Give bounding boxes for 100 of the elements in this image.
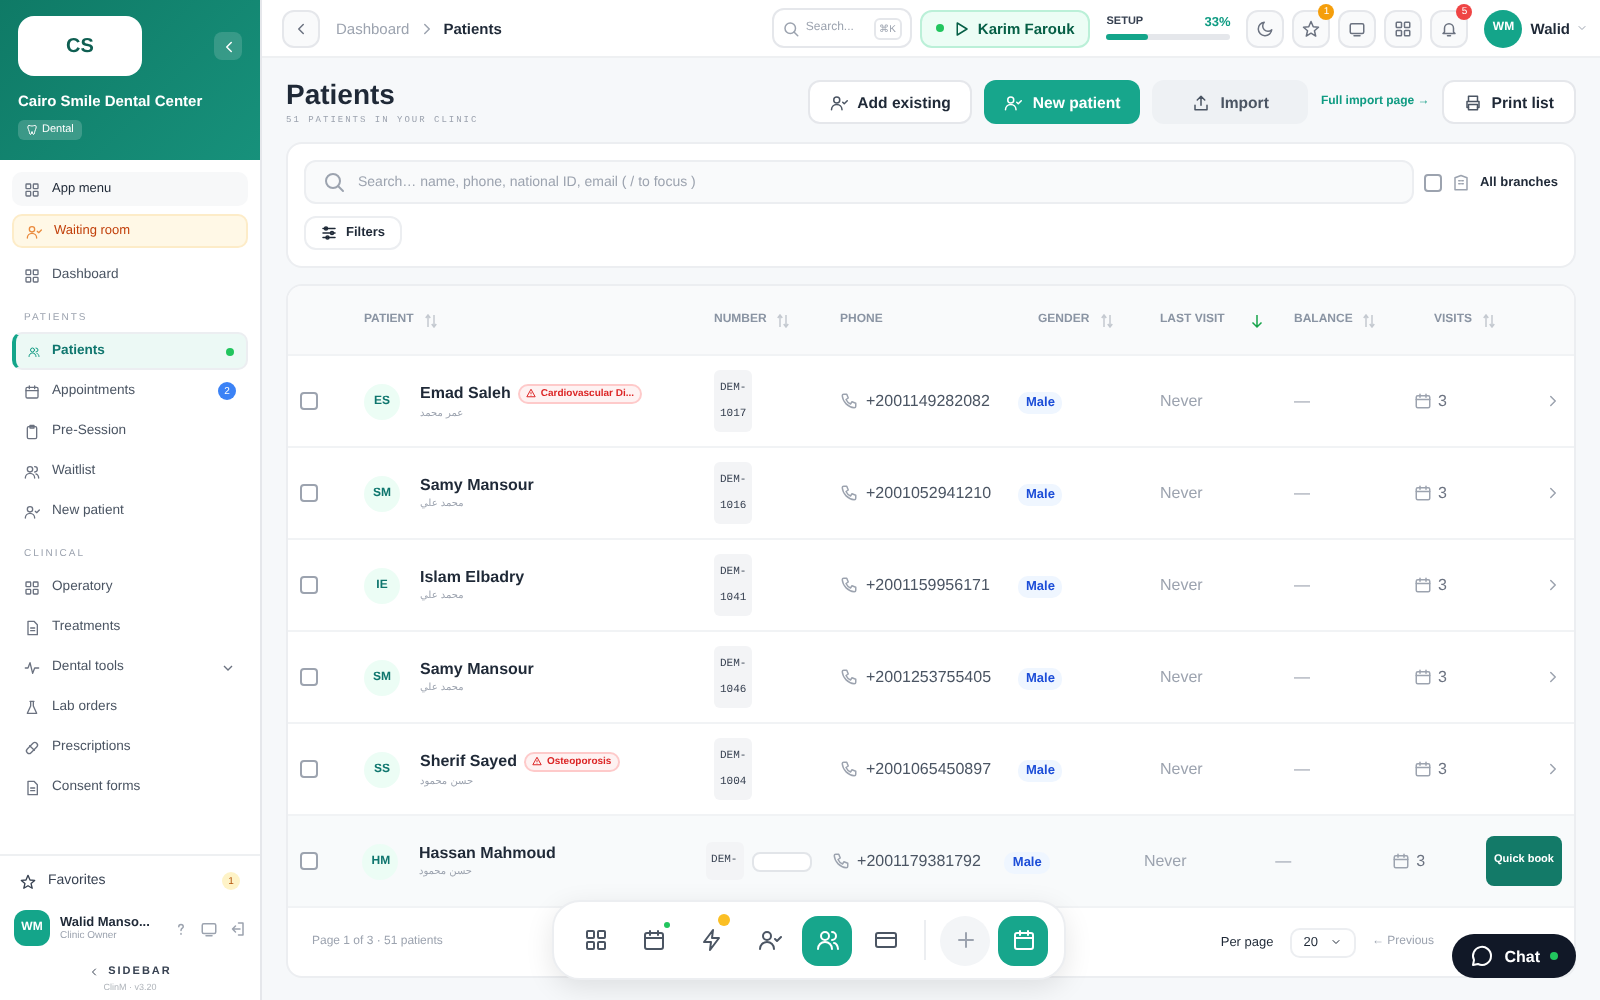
calendar-icon: [1011, 928, 1035, 952]
row-checkbox[interactable]: [300, 668, 318, 686]
visit-count: 3: [1438, 760, 1447, 778]
last-visit: Never: [1158, 484, 1205, 502]
help-icon[interactable]: [172, 919, 190, 937]
patient-name: Emad Saleh: [420, 384, 511, 402]
logout-icon[interactable]: [228, 919, 246, 937]
phone-icon: [840, 668, 858, 686]
plus-icon: [953, 928, 977, 952]
bolt-icon: [699, 928, 723, 952]
calendar-icon: [641, 928, 665, 952]
calendar-icon: [1414, 668, 1432, 686]
star-icon: [1302, 19, 1321, 37]
monitor-icon: [1348, 19, 1367, 37]
row-checkbox[interactable]: [300, 392, 318, 410]
grid-icon: [24, 181, 40, 197]
phone-number: +2001149282082: [866, 392, 990, 410]
balance: —: [1292, 760, 1312, 778]
person-check-icon: [829, 93, 848, 111]
calendar-icon: [1414, 392, 1432, 410]
theme-button[interactable]: [1246, 9, 1285, 47]
phone-icon: [840, 576, 858, 594]
checkbox[interactable]: [1423, 173, 1442, 191]
phone-number: +2001159956171: [866, 576, 990, 594]
warning-icon: [532, 756, 543, 766]
chevron-right-icon[interactable]: [1544, 576, 1562, 594]
grid-icon: [1394, 19, 1413, 37]
bell-icon: [1440, 19, 1459, 37]
last-visit: Never: [1158, 392, 1205, 410]
balance: —: [1292, 668, 1312, 686]
phone-number: +2001179381792: [857, 852, 981, 870]
pulse-icon: [24, 659, 40, 675]
chat-icon: [1470, 944, 1495, 968]
patient-name: Islam Elbadry: [420, 568, 525, 586]
chevron-left-icon: [292, 19, 310, 37]
chat-button[interactable]: Chat: [1452, 934, 1576, 978]
calendar-icon: [24, 383, 40, 399]
chevron-right-icon[interactable]: [1544, 392, 1562, 410]
row-checkbox[interactable]: [300, 484, 318, 502]
collapse-button[interactable]: [214, 32, 242, 60]
visit-count: 3: [1438, 668, 1447, 686]
flask-icon: [24, 699, 40, 715]
phone-icon: [840, 392, 858, 410]
grid-icon: [24, 579, 40, 595]
people-icon: [28, 345, 40, 357]
phone-icon: [840, 484, 858, 502]
search-icon: [781, 19, 800, 37]
moon-icon: [1256, 19, 1275, 37]
last-visit: Never: [1141, 852, 1189, 870]
visit-count: 3: [1438, 576, 1447, 594]
calendar-icon: [1414, 576, 1432, 594]
chevron-left-icon: [88, 966, 101, 978]
row-checkbox[interactable]: [300, 576, 318, 594]
card-icon: [873, 928, 897, 952]
balance: —: [1292, 392, 1312, 410]
search-icon: [322, 170, 346, 194]
warning-icon: [526, 388, 537, 398]
apps-button[interactable]: [1384, 9, 1423, 47]
document-icon: [24, 779, 40, 795]
phone-number: +2001065450897: [866, 760, 992, 778]
balance: —: [1292, 576, 1312, 594]
patient-name: Samy Mansour: [420, 660, 534, 678]
visit-count: 3: [1438, 392, 1447, 410]
last-visit: Never: [1158, 576, 1205, 594]
clipboard-icon: [24, 423, 40, 439]
grid-icon: [583, 928, 607, 952]
chevron-right-icon[interactable]: [1544, 760, 1562, 778]
row-checkbox[interactable]: [300, 760, 318, 778]
monitor-icon[interactable]: [200, 919, 218, 937]
visit-count: 3: [1416, 852, 1426, 870]
play-icon: [951, 19, 970, 37]
phone-icon: [831, 852, 850, 870]
add-button[interactable]: [940, 915, 990, 965]
calendar-icon: [1392, 852, 1411, 870]
person-check-icon: [757, 928, 781, 952]
grid-icon: [24, 267, 40, 283]
chevron-right-icon[interactable]: [1544, 484, 1562, 502]
row-checkbox[interactable]: [300, 852, 318, 870]
display-button[interactable]: [1338, 9, 1377, 47]
chevron-down-icon: [1329, 936, 1342, 948]
building-icon: [1451, 173, 1470, 191]
visit-count: 3: [1438, 484, 1447, 502]
document-icon: [24, 619, 40, 635]
page-title: Patients: [286, 78, 397, 110]
person-check-icon: [26, 223, 42, 239]
people-icon: [24, 463, 40, 479]
person-check-icon: [1004, 93, 1023, 111]
phone-icon: [840, 760, 858, 778]
clinic-logo: CS: [18, 16, 142, 76]
printer-icon: [1463, 93, 1482, 111]
drag-handle-icon[interactable]: [751, 851, 812, 871]
chevron-right-icon[interactable]: [1544, 668, 1562, 686]
patient-name: Hassan Mahmoud: [418, 844, 556, 862]
patient-name: Samy Mansour: [420, 476, 534, 494]
upload-icon: [1192, 93, 1211, 111]
chevron-down-icon: [1576, 22, 1588, 34]
calendar-button[interactable]: [998, 915, 1048, 965]
people-icon: [815, 928, 839, 952]
calendar-icon: [1414, 484, 1432, 502]
person-check-icon: [24, 503, 40, 519]
